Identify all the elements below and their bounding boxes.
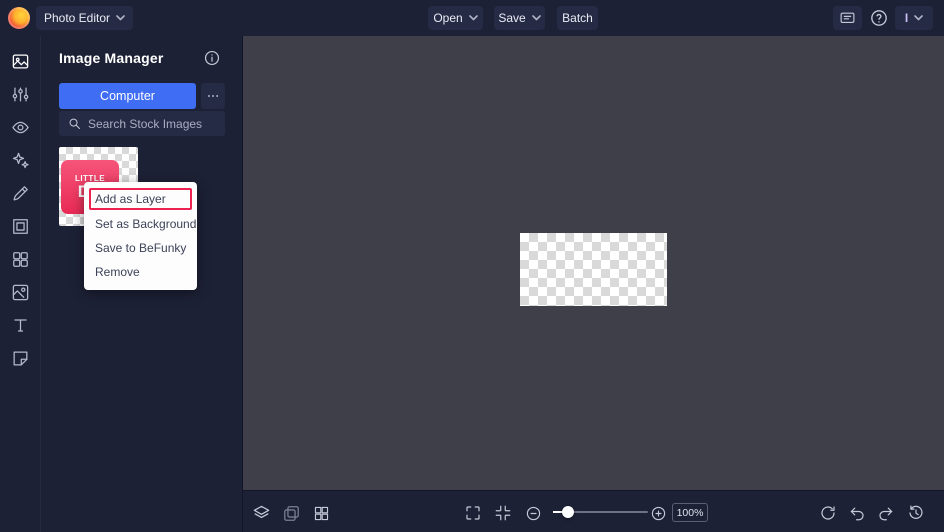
zoom-out-button[interactable] (520, 500, 546, 526)
layers-button[interactable] (248, 500, 274, 526)
undo-button[interactable] (844, 500, 870, 526)
textures-icon (11, 283, 30, 302)
info-icon (203, 49, 221, 67)
fullscreen-button[interactable] (460, 500, 486, 526)
history-button[interactable] (903, 500, 929, 526)
graphics-icon (11, 349, 30, 368)
touch-up-icon (11, 118, 30, 137)
save-label: Save (498, 11, 525, 25)
reset-icon (819, 504, 837, 522)
artsy-icon (11, 184, 30, 203)
layers-icon (252, 504, 271, 523)
overlays-icon (11, 250, 30, 269)
bottom-bar: 100% (242, 490, 944, 532)
thumbnail-context-menu: Add as Layer Set as Background Save to B… (84, 182, 197, 290)
chevron-down-icon (532, 15, 541, 21)
batch-button[interactable]: Batch (557, 6, 598, 30)
save-button[interactable]: Save (494, 6, 545, 30)
help-icon (869, 8, 889, 28)
app-menu-label: Photo Editor (44, 11, 110, 25)
zoom-level-badge[interactable]: 100% (672, 503, 708, 522)
chevron-down-icon (469, 15, 478, 21)
tools-rail (0, 36, 41, 532)
redo-icon (877, 504, 895, 522)
compare-icon (282, 504, 301, 523)
avatar: I (905, 11, 908, 25)
zoom-slider[interactable] (553, 511, 648, 513)
edit-icon (11, 85, 30, 104)
batch-label: Batch (562, 11, 593, 25)
grid-view-button[interactable] (308, 500, 334, 526)
zoom-out-icon (525, 505, 542, 522)
top-bar: Photo Editor Open Save Batch I (0, 0, 944, 36)
panel-title: Image Manager (59, 50, 164, 66)
sidebar-item-touch-up[interactable] (0, 111, 40, 143)
redo-button[interactable] (873, 500, 899, 526)
more-options-button[interactable] (201, 83, 225, 109)
menu-item-set-as-background[interactable]: Set as Background (84, 212, 197, 236)
reset-button[interactable] (815, 500, 841, 526)
ellipsis-icon (206, 89, 220, 103)
fit-screen-button[interactable] (490, 500, 516, 526)
app-menu-button[interactable]: Photo Editor (36, 6, 133, 30)
sidebar-item-edit[interactable] (0, 78, 40, 110)
help-button[interactable] (866, 6, 892, 30)
info-button[interactable] (201, 47, 223, 69)
zoom-in-button[interactable] (645, 500, 671, 526)
search-input[interactable] (88, 117, 217, 131)
image-manager-panel: Image Manager Computer LITTLE DU Add as … (41, 36, 242, 532)
sidebar-item-effects[interactable] (0, 144, 40, 176)
computer-label: Computer (100, 89, 155, 103)
account-menu-button[interactable]: I (895, 6, 933, 30)
grid-icon (313, 505, 330, 522)
search-icon (67, 116, 82, 131)
zoom-slider-handle[interactable] (562, 506, 574, 518)
undo-icon (848, 504, 866, 522)
comments-button[interactable] (833, 6, 862, 30)
sidebar-item-graphics[interactable] (0, 342, 40, 374)
fit-screen-icon (494, 504, 512, 522)
menu-item-save-to-befunky[interactable]: Save to BeFunky (84, 236, 197, 260)
canvas-area (242, 36, 944, 490)
sidebar-item-image-manager[interactable] (0, 45, 40, 77)
open-button[interactable]: Open (428, 6, 483, 30)
stock-search-box[interactable] (59, 111, 225, 136)
sidebar-item-overlays[interactable] (0, 243, 40, 275)
fullscreen-icon (464, 504, 482, 522)
frames-icon (11, 217, 30, 236)
text-icon (11, 316, 30, 335)
effects-icon (11, 151, 30, 170)
menu-item-remove[interactable]: Remove (84, 260, 197, 284)
sidebar-item-textures[interactable] (0, 276, 40, 308)
sidebar-item-text[interactable] (0, 309, 40, 341)
image-manager-icon (11, 52, 30, 71)
compare-button[interactable] (278, 500, 304, 526)
computer-upload-button[interactable]: Computer (59, 83, 196, 109)
comments-icon (839, 10, 856, 27)
open-label: Open (433, 11, 462, 25)
history-icon (907, 504, 925, 522)
canvas-transparent-image[interactable] (520, 233, 667, 306)
zoom-in-icon (650, 505, 667, 522)
chevron-down-icon (116, 15, 125, 21)
sidebar-item-frames[interactable] (0, 210, 40, 242)
menu-item-add-as-layer[interactable]: Add as Layer (89, 188, 192, 210)
chevron-down-icon (914, 15, 923, 21)
befunky-logo[interactable] (8, 7, 30, 29)
sidebar-item-artsy[interactable] (0, 177, 40, 209)
